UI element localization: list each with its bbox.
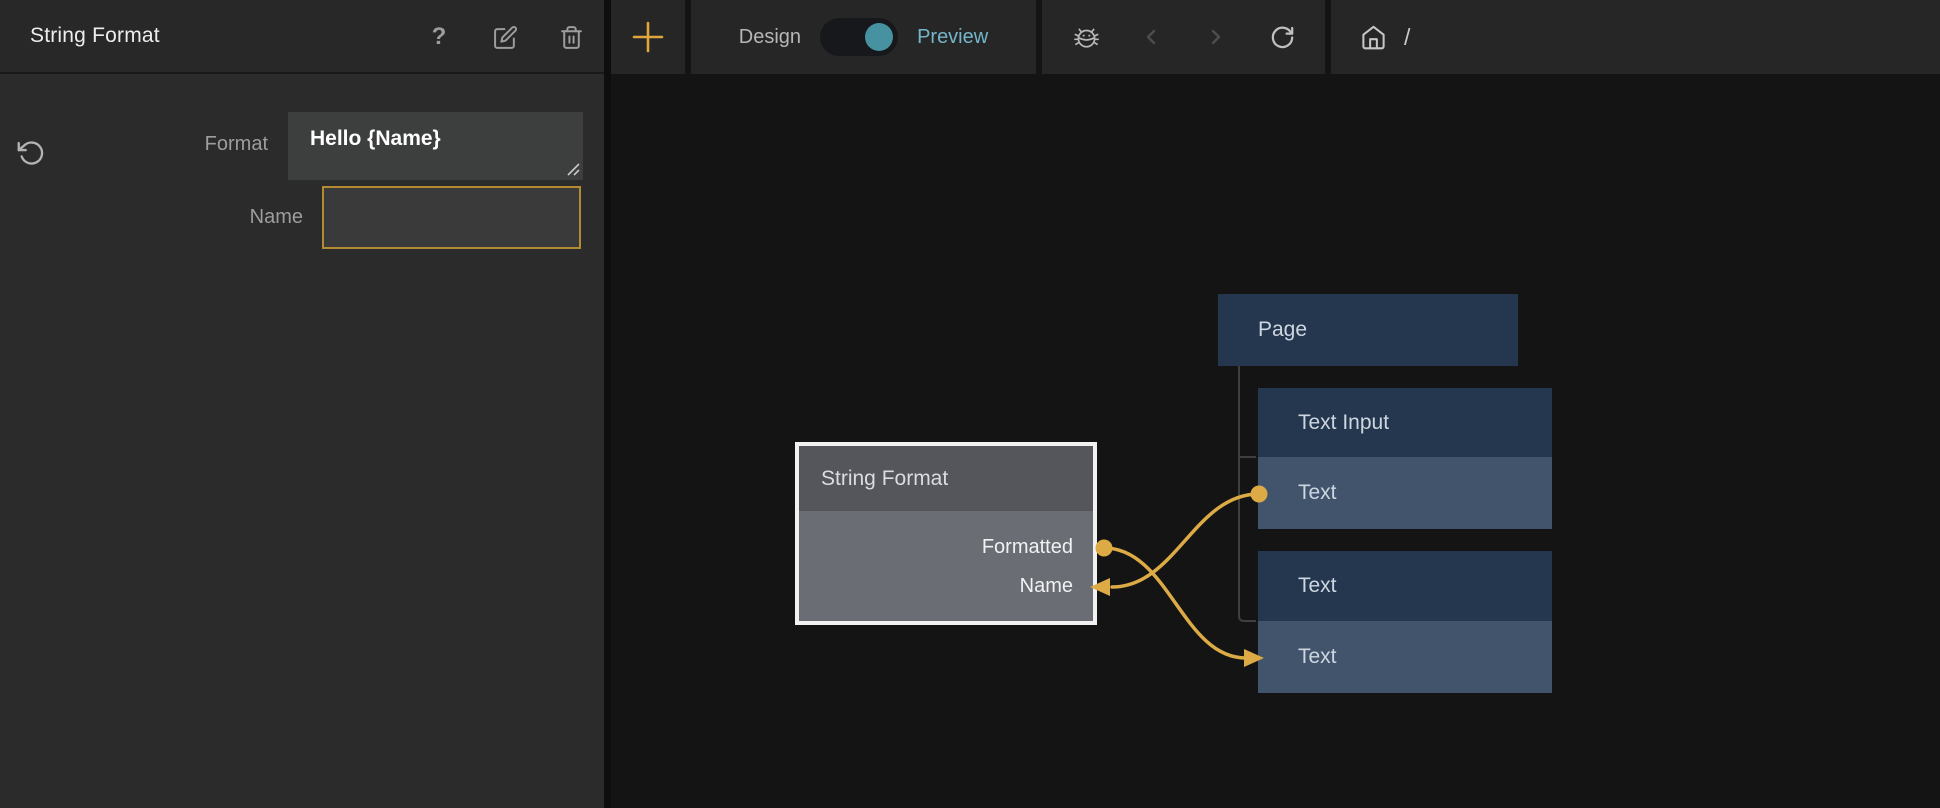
preview-mode-label[interactable]: Preview: [917, 26, 988, 49]
node-text[interactable]: Text Text: [1258, 551, 1552, 693]
trash-icon: [559, 25, 584, 50]
node-string-format-selected[interactable]: String Format Formatted Name: [795, 442, 1097, 625]
node-canvas[interactable]: Page Text Input Text Text Text: [604, 76, 1940, 808]
node-text-title-row: Text: [1258, 551, 1552, 621]
delete-button[interactable]: [558, 24, 584, 50]
port-label: Text: [1298, 645, 1337, 669]
resize-handle-icon[interactable]: [566, 162, 580, 176]
node-page-title-row: Page: [1218, 294, 1518, 366]
home-button[interactable]: [1359, 23, 1387, 51]
wire-textinput-to-name: [1112, 494, 1259, 587]
design-mode-label[interactable]: Design: [739, 26, 801, 49]
toolbar-mode-section: Design Preview: [691, 0, 1036, 74]
output-port-label-formatted[interactable]: Formatted: [982, 536, 1073, 559]
toolbar-breadcrumb-section: /: [1331, 0, 1940, 74]
refresh-button[interactable]: [1267, 23, 1295, 51]
plus-icon: [632, 21, 664, 53]
app-window: String Format ?: [0, 0, 1940, 808]
format-label: Format: [0, 133, 268, 156]
edit-button[interactable]: [492, 24, 518, 50]
home-icon: [1360, 24, 1387, 51]
format-field-wrap: Hello {Name}: [288, 112, 583, 180]
panel-title: String Format: [30, 24, 160, 48]
add-node-button[interactable]: [631, 20, 665, 54]
toolbar-add-section: [611, 0, 685, 74]
tree-line: [1239, 366, 1256, 621]
refresh-icon: [1268, 24, 1295, 51]
property-panel-body: Format Hello {Name} Name: [0, 76, 604, 808]
toolbar-nav-section: [1042, 0, 1325, 74]
format-textarea[interactable]: Hello {Name}: [288, 112, 583, 180]
debug-button[interactable]: [1072, 23, 1100, 51]
main-area: Design Preview: [604, 0, 1940, 808]
node-title: Page: [1258, 318, 1307, 342]
panel-header-icons: ?: [426, 0, 584, 74]
panel-canvas-divider: [604, 0, 611, 808]
node-title: Text Input: [1298, 411, 1389, 435]
bug-icon: [1073, 24, 1100, 51]
help-button[interactable]: ?: [426, 24, 452, 50]
output-port-dot-formatted[interactable]: [1096, 540, 1113, 557]
chevron-right-icon: [1204, 25, 1228, 49]
design-preview-toggle[interactable]: [820, 18, 898, 56]
edit-icon: [493, 25, 518, 50]
node-title: Text: [1298, 574, 1337, 598]
port-label: Text: [1298, 481, 1337, 505]
breadcrumb[interactable]: /: [1404, 24, 1410, 51]
name-input[interactable]: [322, 186, 581, 249]
input-port-label-name[interactable]: Name: [1020, 575, 1073, 598]
chevron-left-icon: [1139, 25, 1163, 49]
forward-button[interactable]: [1202, 23, 1230, 51]
wire-formatted-to-text: [1104, 548, 1246, 658]
node-text-input-title-row: Text Input: [1258, 388, 1552, 457]
property-panel-header: String Format ?: [0, 0, 604, 74]
node-title: String Format: [821, 467, 948, 491]
node-text-input[interactable]: Text Input Text: [1258, 388, 1552, 529]
toggle-knob: [865, 23, 893, 51]
node-page[interactable]: Page: [1218, 294, 1518, 366]
name-label: Name: [0, 206, 303, 229]
toolbar: Design Preview: [604, 0, 1940, 76]
node-text-port-row[interactable]: Text: [1258, 621, 1552, 693]
property-panel: String Format ?: [0, 0, 604, 808]
help-icon: ?: [432, 23, 447, 51]
back-button[interactable]: [1137, 23, 1165, 51]
node-string-format-title-row: String Format: [799, 446, 1093, 511]
node-text-input-port-row[interactable]: Text: [1258, 457, 1552, 529]
